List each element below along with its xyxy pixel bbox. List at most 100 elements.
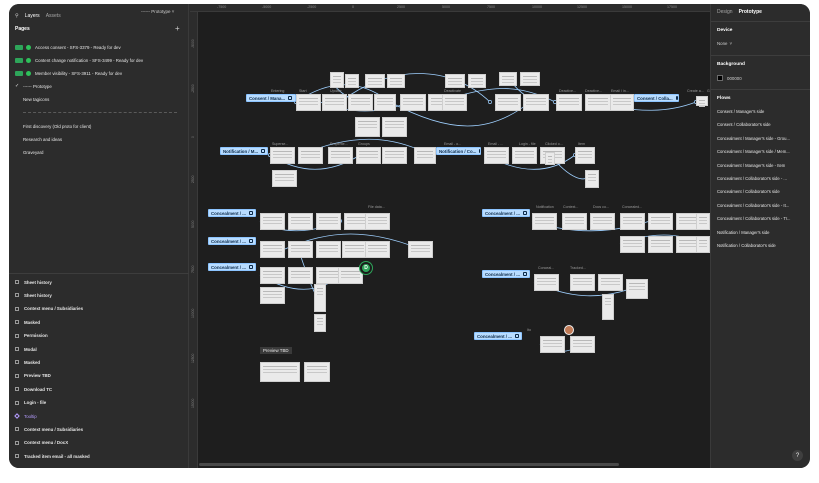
frame-thumbnail[interactable] [314,314,326,332]
frame-thumbnail[interactable] [330,72,344,88]
frame-thumbnail[interactable] [288,267,313,284]
frame-thumbnail[interactable] [512,147,537,164]
flow-item[interactable]: Consent / Collaborator's side [717,122,771,127]
frame-thumbnail[interactable] [408,241,433,258]
page-item[interactable]: New tagicons [15,94,49,104]
flow-item[interactable]: Concealment / Manager's side / Mem... [717,149,790,154]
frame-thumbnail[interactable] [272,170,297,187]
preview-frame-label[interactable]: Preview TBD [260,347,292,354]
frame-thumbnail[interactable] [260,287,285,304]
layer-item[interactable]: Login - file [15,398,46,408]
frame-thumbnail[interactable] [322,94,347,111]
flow-starting-point[interactable]: Consent / Colla... [634,94,679,102]
frame-thumbnail[interactable] [304,362,330,382]
frame-thumbnail[interactable] [602,294,614,320]
layer-item[interactable]: Context menu / DocX [15,438,68,448]
flow-starting-point[interactable]: Concealment / ... [482,270,530,278]
flow-starting-point[interactable]: Consent / Mana... [246,94,296,102]
frame-thumbnail[interactable] [570,274,595,291]
frame-thumbnail[interactable] [288,241,313,258]
flow-starting-point[interactable]: Concealment / ... [474,332,522,340]
flow-item[interactable]: Notification / Collaborator's side [717,243,776,248]
frame-thumbnail[interactable] [620,213,645,230]
frame-thumbnail[interactable] [316,241,341,258]
layer-item[interactable]: Tracked item email - all masked [15,451,90,461]
frame-thumbnail[interactable] [288,213,313,230]
flow-starting-point[interactable]: Concealment / ... [482,209,530,217]
frame-thumbnail[interactable] [382,147,407,164]
frame-thumbnail[interactable] [260,267,285,284]
flow-item[interactable]: Concealment / Manager's side - Grou... [717,136,790,141]
frame-thumbnail[interactable] [445,74,465,88]
layer-item[interactable]: Tooltip [14,411,37,421]
frame-thumbnail[interactable] [328,147,353,164]
flow-item[interactable]: Concealment / Collaborator's side - Tr..… [717,216,790,221]
flow-item[interactable]: Concealment / Manager's side - Item [717,163,785,168]
canvas[interactable]: -7500 -5000 -2500 0 2500 5000 7500 10000 12500 15… [190,4,710,468]
page-item[interactable]: Graveyard [15,147,44,157]
layer-item[interactable]: Masked [15,357,40,367]
layer-item[interactable]: Permission [15,331,48,341]
frame-thumbnail[interactable] [314,284,326,312]
frame-thumbnail[interactable] [499,72,517,86]
frame-thumbnail[interactable] [540,336,565,353]
frame-thumbnail[interactable] [598,274,623,291]
flow-item[interactable]: Concealment / Collaborator's side [717,189,780,194]
frame-thumbnail[interactable] [590,213,615,230]
frame-thumbnail[interactable] [365,213,390,230]
flow-starting-point[interactable]: Notification / M... [220,147,268,155]
layer-item[interactable]: Download TC [15,384,52,394]
frame-thumbnail[interactable] [400,94,426,111]
frame-thumbnail[interactable] [570,336,595,353]
layer-item[interactable]: Context menu / Subsidiaries [15,304,83,314]
flow-item[interactable]: Notification / Manager's side [717,230,769,235]
frame-thumbnail[interactable] [468,74,486,88]
frame-thumbnail[interactable] [626,279,648,299]
flow-item[interactable]: Concealment / Collaborator's side - It..… [717,203,789,208]
frame-thumbnail[interactable] [374,94,396,111]
frame-thumbnail[interactable] [556,94,582,111]
frame-thumbnail[interactable] [387,74,405,88]
layer-item[interactable]: Sheet history [15,277,52,287]
frame-thumbnail[interactable] [585,94,611,111]
frame-thumbnail[interactable] [316,213,341,230]
frame-thumbnail[interactable] [382,117,407,137]
page-item[interactable]: Content change notification - SFS-3499 -… [15,55,143,65]
flow-starting-point[interactable]: Notification / Co... [436,147,481,155]
help-button[interactable]: ? [792,450,803,461]
color-swatch[interactable] [717,75,723,81]
frame-thumbnail[interactable] [620,236,645,253]
layer-item[interactable]: Sheet history [15,290,52,300]
frame-thumbnail[interactable] [260,241,285,258]
frame-thumbnail[interactable] [532,213,557,230]
frame-thumbnail[interactable] [523,94,549,111]
frame-thumbnail[interactable] [484,147,509,164]
layer-item[interactable]: Preview TBD [15,371,51,381]
frame-thumbnail[interactable] [534,274,559,291]
frame-thumbnail[interactable] [296,94,321,111]
page-item[interactable]: Research and ideas [15,134,62,144]
frame-thumbnail[interactable] [495,94,521,111]
frame-thumbnail[interactable] [610,94,634,111]
tab-assets[interactable]: Assets [46,13,61,19]
frame-thumbnail[interactable] [355,117,380,137]
layer-item[interactable]: Modal [15,344,37,354]
page-item[interactable]: ✓ ------ Prototype [15,81,52,91]
frame-thumbnail[interactable] [442,94,467,111]
background-color-field[interactable]: 000000 [717,75,742,81]
flow-starting-point[interactable]: Concealment / ... [208,209,256,217]
page-item[interactable]: Access consent - SFS-3379 - Ready for de… [15,42,121,52]
frame-thumbnail[interactable] [585,170,599,188]
horizontal-scrollbar[interactable] [199,463,619,466]
frame-thumbnail[interactable] [648,236,673,253]
frame-thumbnail[interactable] [414,147,436,164]
frame-thumbnail[interactable] [270,147,295,164]
frame-thumbnail[interactable] [260,213,285,230]
frame-thumbnail[interactable] [648,213,673,230]
frame-thumbnail[interactable] [365,241,390,258]
flow-item[interactable]: Concealment / Collaborator's side - ... [717,176,787,181]
flow-item[interactable]: Consent / Manager's side [717,109,764,114]
page-item[interactable]: Member visibility - SFS-3911 - Ready for… [15,68,122,78]
flow-starting-point[interactable]: Concealment / ... [208,263,256,271]
search-icon[interactable]: ⚲ [15,13,19,19]
